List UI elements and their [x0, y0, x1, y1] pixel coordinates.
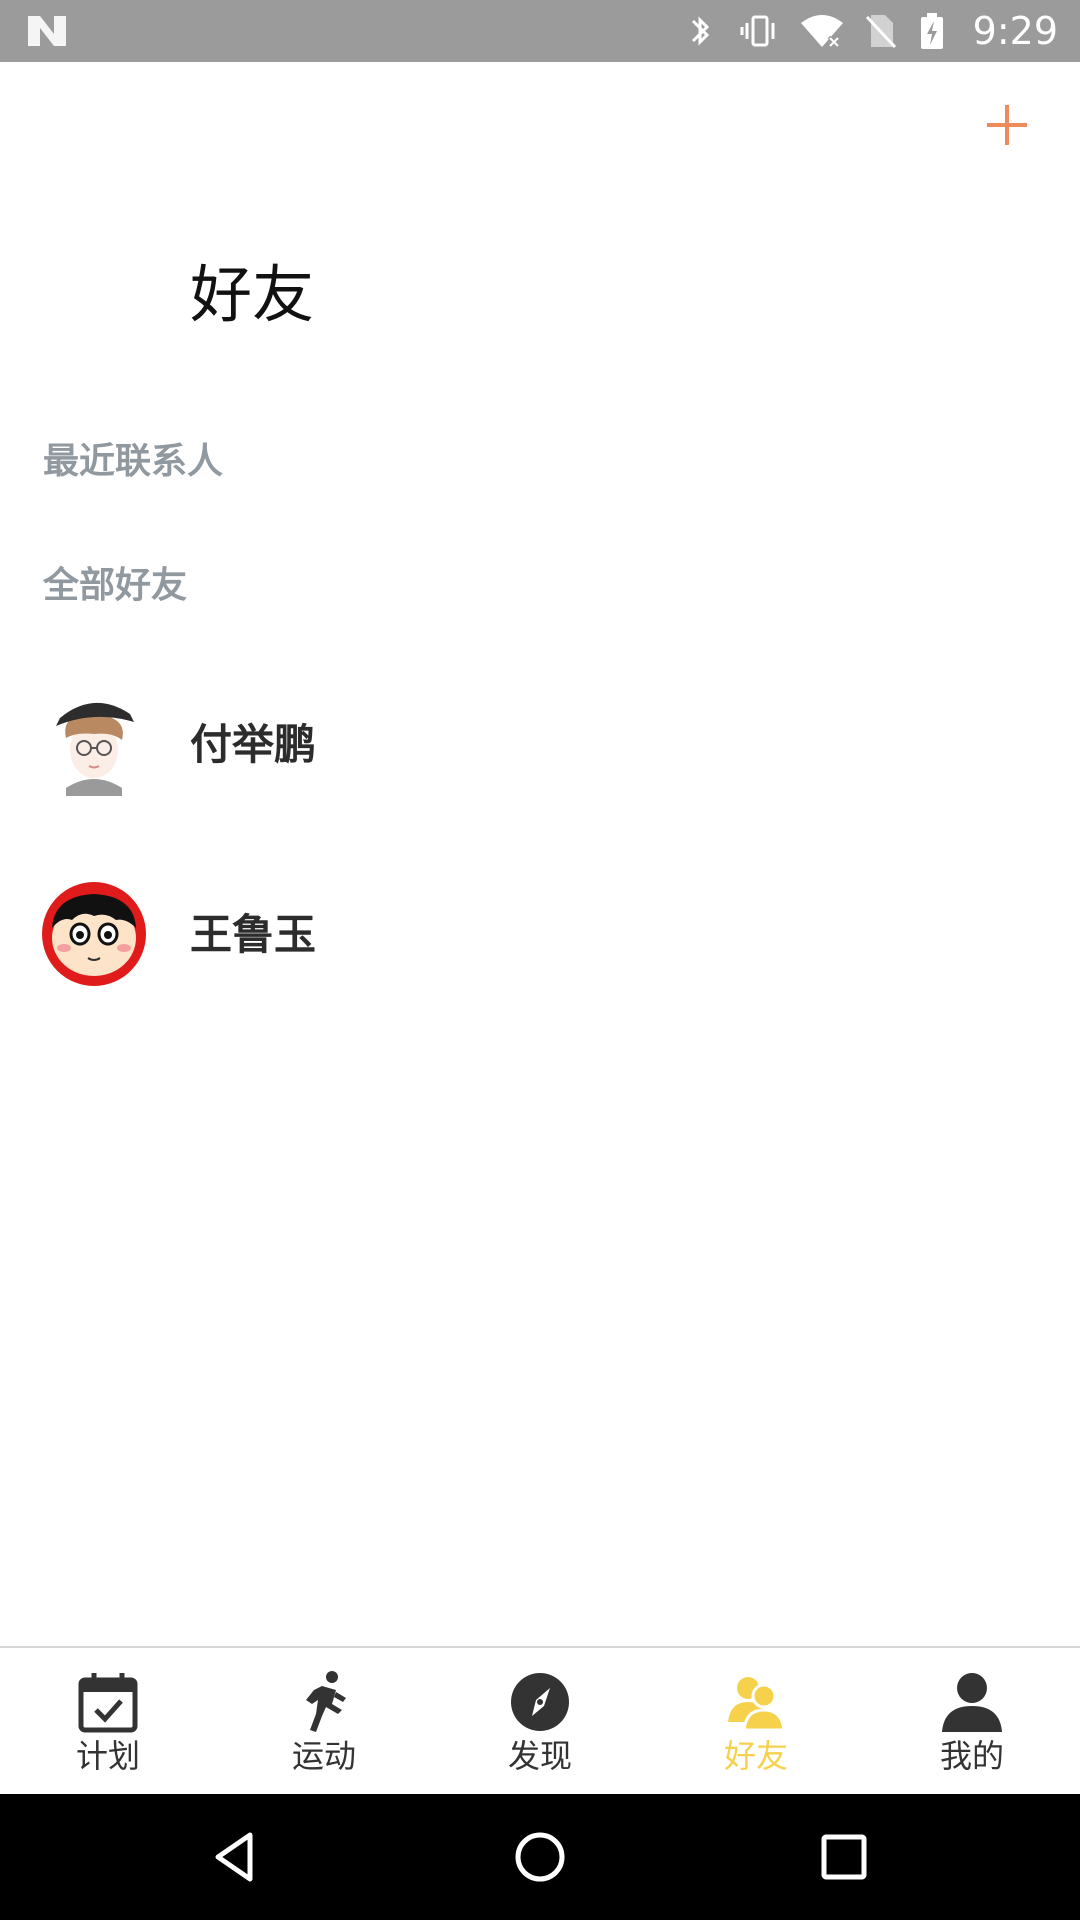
tab-label: 发现 [507, 1737, 572, 1775]
bottom-tab-bar: 计划 运动 发现 好友 我的 [0, 1646, 1080, 1796]
tab-discover[interactable]: 发现 [432, 1648, 648, 1796]
status-bar: 9:29 [0, 0, 1080, 62]
recent-contacts-header: 最近联系人 [43, 441, 224, 482]
tab-label: 计划 [75, 1737, 140, 1775]
avatar [42, 692, 146, 796]
page-title: 好友 [190, 258, 315, 331]
add-friend-button[interactable] [984, 102, 1030, 148]
tab-mine[interactable]: 我的 [864, 1648, 1080, 1796]
tab-label: 我的 [939, 1737, 1004, 1775]
friend-name: 王鲁玉 [190, 910, 317, 959]
no-sim-icon [865, 15, 896, 49]
tab-plan[interactable]: 计划 [0, 1648, 216, 1796]
battery-charging-icon [920, 13, 943, 49]
tab-sport[interactable]: 运动 [216, 1648, 432, 1796]
compass-icon [511, 1673, 569, 1731]
friend-list-item[interactable]: 付举鹏 [0, 670, 1080, 820]
wifi-off-icon [800, 15, 843, 49]
status-time: 9:29 [972, 9, 1058, 53]
system-navigation-bar [0, 1794, 1080, 1920]
all-friends-header: 全部好友 [43, 565, 188, 606]
bluetooth-icon [691, 16, 709, 46]
recents-icon[interactable] [814, 1827, 874, 1887]
status-icons: 9:29 [683, 0, 1058, 62]
n-logo-icon [28, 16, 66, 46]
friend-name: 付举鹏 [190, 720, 317, 769]
friend-list-item[interactable]: 王鲁玉 [0, 860, 1080, 1010]
tab-label: 好友 [723, 1737, 788, 1775]
tab-label: 运动 [291, 1737, 356, 1775]
vibrate-icon [740, 15, 775, 47]
back-icon[interactable] [206, 1827, 266, 1887]
home-icon[interactable] [510, 1827, 570, 1887]
avatar [42, 882, 146, 986]
friends-screen: 9:29 好友 最近联系人 全部好友 付举鹏 王鲁玉 计划 运动 发现 好友 我… [0, 0, 1080, 1920]
calendar-check-icon [78, 1673, 138, 1733]
tab-friends[interactable]: 好友 [648, 1648, 864, 1796]
running-icon [306, 1671, 346, 1732]
user-icon [942, 1673, 1002, 1732]
friends-icon [728, 1677, 786, 1732]
